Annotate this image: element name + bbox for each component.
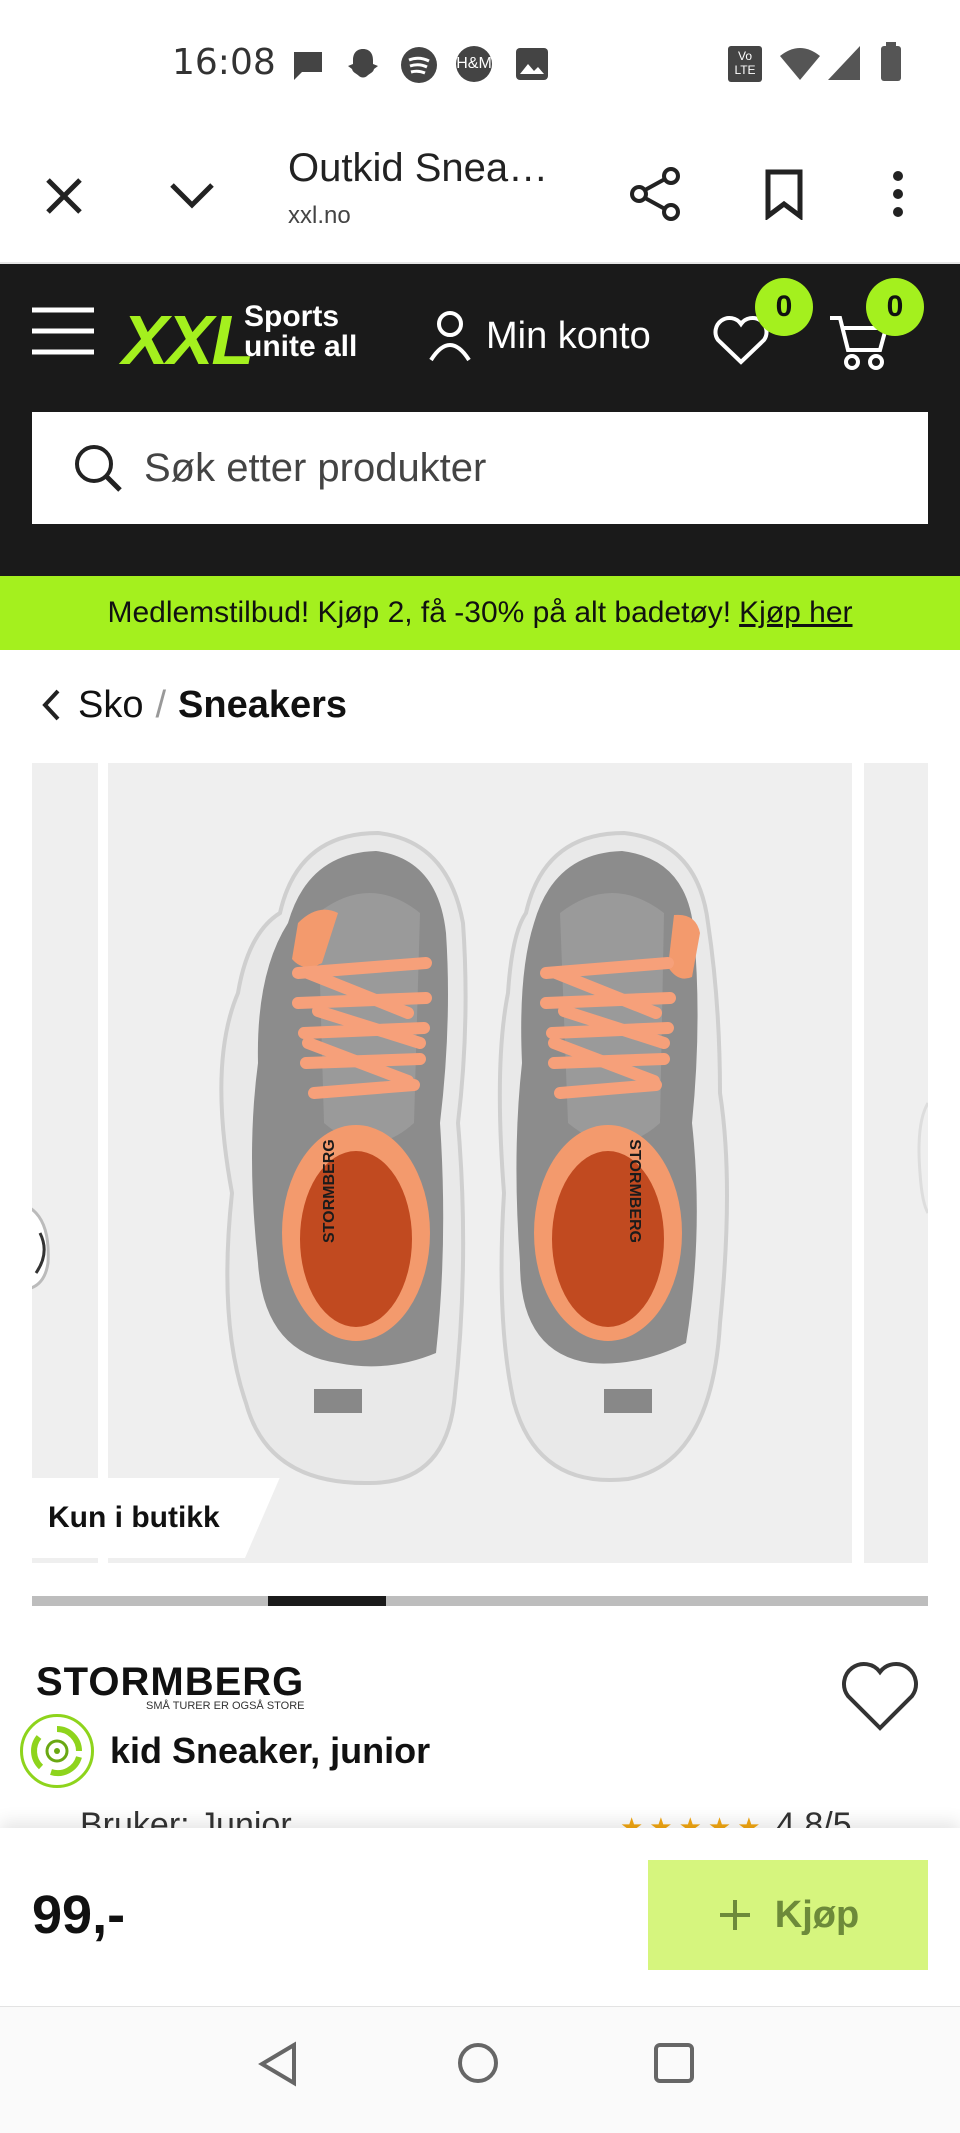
buy-button-label: Kjøp [774,1893,860,1936]
gallery-next-image[interactable] [864,763,930,1563]
share-icon [630,167,680,221]
left-shoe: STORMBERG [219,830,468,1486]
hm-label: H&M [456,55,492,72]
chat-bubble-icon [294,52,322,80]
close-icon [46,178,82,214]
system-nav-bar [0,2006,960,2133]
volte-icon: Vo LTE [728,46,762,82]
gallery-main-image[interactable]: STORMBERG STORMBERG [108,763,852,1563]
browser-toolbar: Outkid Snea… xxl.no [0,128,960,264]
promo-banner: Medlemstilbud! Kjøp 2, få -30% på alt ba… [0,576,960,650]
logo-tagline: Sports unite all [244,302,357,362]
right-shoe: STORMBERG [497,830,729,1482]
shoe-brand-print-left: STORMBERG [321,1139,338,1243]
status-bar: 16:08 H&M Vo LTE [0,0,960,128]
volte-label: Vo LTE [734,49,756,77]
chevron-down-icon [170,183,214,209]
gallery-previous-image[interactable] [32,763,98,1563]
product-name: kid Sneaker, junior [110,1730,431,1771]
gallery-progress-indicator [267,1596,386,1606]
xxl-logo[interactable]: XXL [122,300,254,380]
back-triangle-icon [258,2041,296,2087]
collapse-button[interactable] [160,164,224,228]
user-icon [429,311,471,362]
home-circle-icon [458,2043,498,2083]
status-time: 16:08 [172,42,276,83]
promo-link[interactable]: Kjøp her [739,596,852,630]
product-price: 99,- [32,1885,126,1945]
brand-tagline: SMÅ TURER ER OGSÅ STORE [146,1700,305,1712]
buy-bar: 99,- Kjøp [0,1828,960,2006]
spotify-icon [401,47,437,83]
search-placeholder: Søk etter produkter [144,445,487,490]
close-tab-button[interactable] [32,164,96,228]
bookmark-icon [765,169,803,220]
home-nav-button[interactable] [456,2041,516,2101]
more-vertical-icon [893,171,903,217]
sneakers-image: STORMBERG STORMBERG [219,830,729,1486]
recycle-icon [31,1726,82,1777]
wifi-icon [780,48,820,80]
page-url: xxl.no [288,202,351,229]
plus-icon [719,1900,750,1930]
breadcrumb-current: Sneakers [178,683,348,726]
share-button[interactable] [620,158,692,230]
breadcrumb-parent[interactable]: Sko [78,684,143,727]
tagline-line1: Sports [244,300,340,333]
hm-icon: H&M [456,46,492,82]
previous-shoe-image [32,1207,50,1290]
search-field[interactable]: Søk etter produkter [32,412,928,524]
cell-signal-icon [828,46,860,80]
cart-count-badge: 0 [866,278,924,336]
menu-button[interactable] [30,306,96,362]
recents-square-icon [654,2043,694,2083]
gallery-progress [32,1596,928,1606]
tagline-line2: unite all [244,330,358,363]
wishlist-count-badge: 0 [755,278,813,336]
bookmark-button[interactable] [748,158,820,230]
store-only-badge: Kun i butikk [32,1478,280,1558]
breadcrumb-separator: / [155,683,167,726]
buy-button[interactable]: Kjøp [648,1860,928,1970]
next-shoe-image [917,1102,930,1214]
chevron-left-icon[interactable] [40,688,62,722]
back-nav-button[interactable] [258,2041,318,2101]
hamburger-menu-icon [32,307,94,355]
image-icon [516,48,548,80]
battery-icon [881,42,901,81]
eco-badge[interactable] [20,1714,94,1788]
recents-nav-button[interactable] [652,2041,712,2101]
site-header: XXL Sports unite all Min konto 0 0 Søk e… [0,264,960,576]
account-label: Min konto [486,314,651,357]
search-icon [75,445,122,492]
promo-text: Medlemstilbud! Kjøp 2, få -30% på alt ba… [107,596,732,629]
shoe-brand-print-right: STORMBERG [626,1139,643,1243]
account-link[interactable]: Min konto [428,306,651,366]
snapchat-icon [348,49,378,78]
product-wishlist-button[interactable] [840,1660,920,1739]
breadcrumb: Sko / Sneakers [40,680,347,730]
heart-icon [842,1662,918,1731]
page-title: Outkid Snea… [288,146,549,190]
brand-logo[interactable]: STORMBERG [36,1660,304,1705]
more-options-button[interactable] [866,158,930,230]
